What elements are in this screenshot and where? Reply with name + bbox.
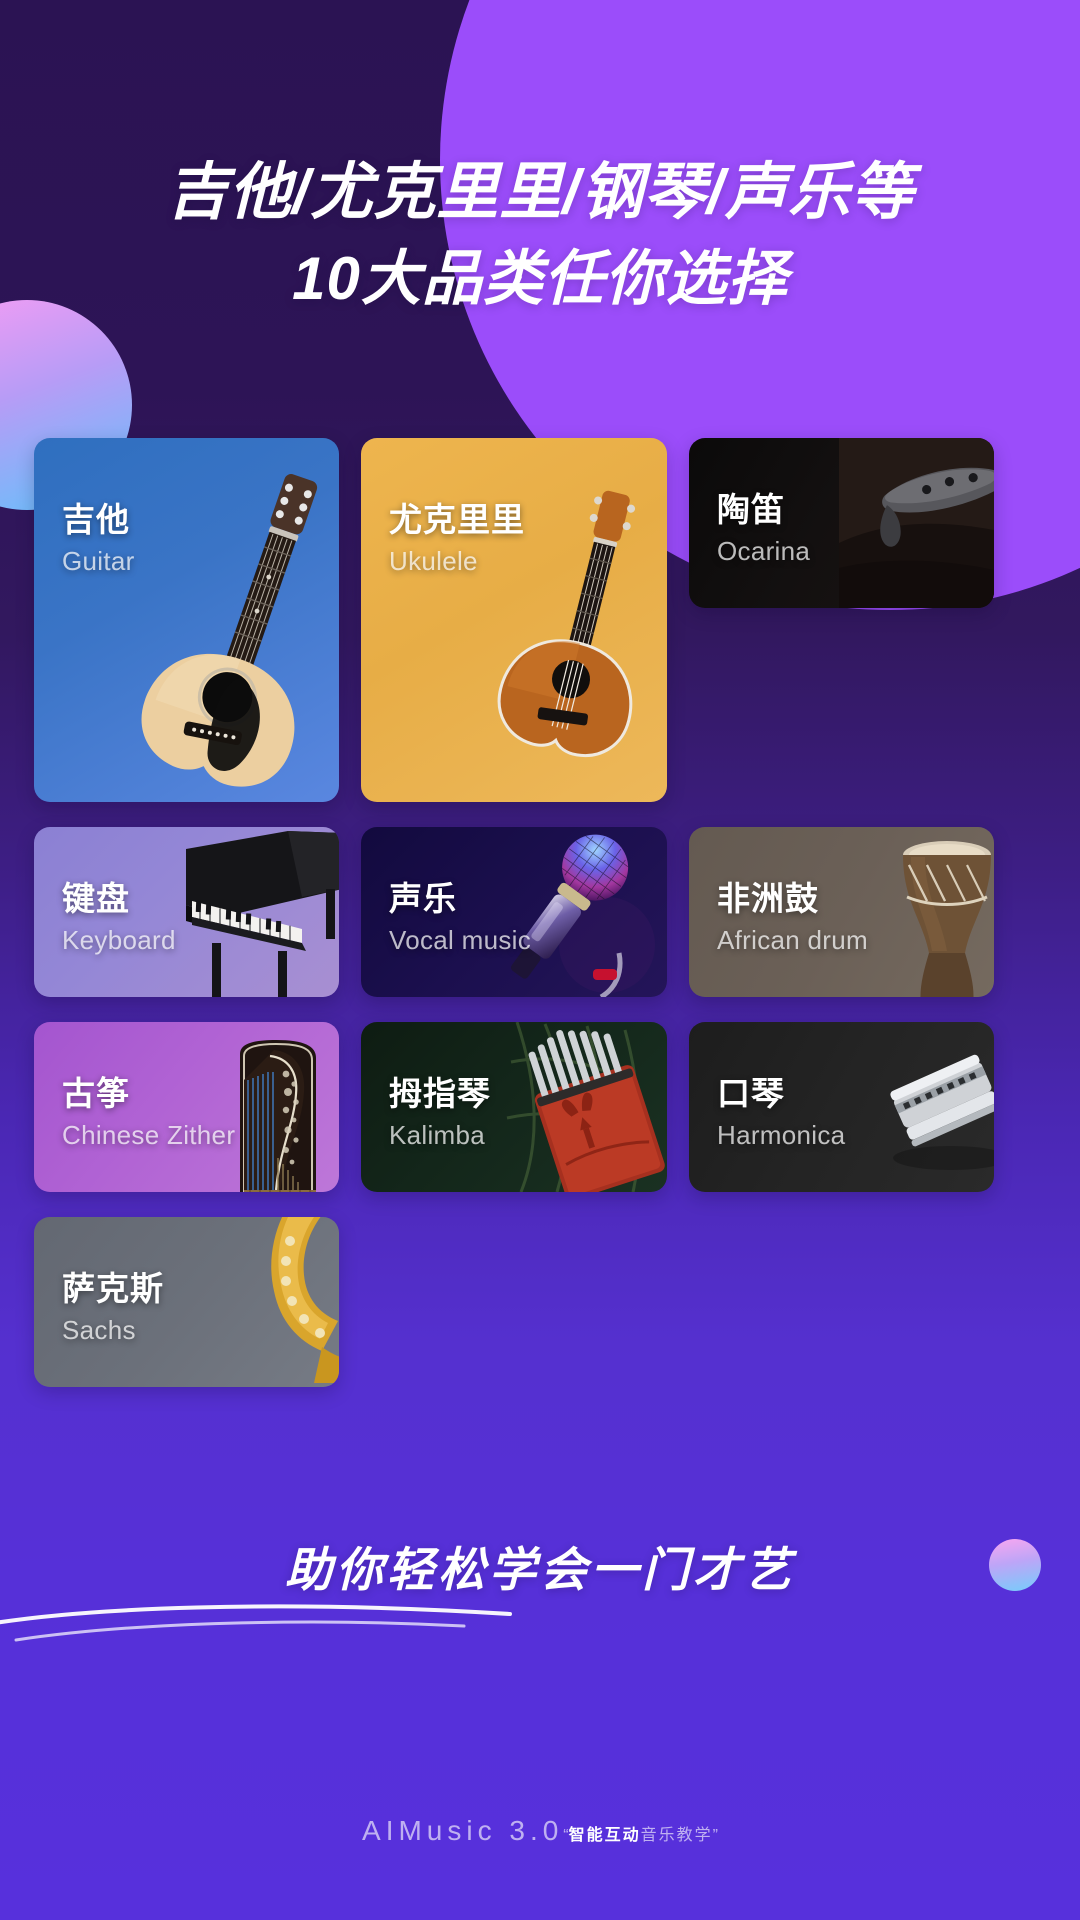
ukulele-icon (361, 438, 667, 802)
headline-line-2: 10大品类任你选择 (292, 245, 788, 312)
brand-tagline-tail: 音乐教学 (640, 1827, 713, 1844)
category-card-ocarina[interactable]: 陶笛 Ocarina (689, 438, 994, 608)
category-card-african-drum[interactable]: 非洲鼓 African drum (689, 827, 994, 997)
category-card-sachs[interactable]: 萨克斯 Sachs (34, 1217, 339, 1387)
category-card-kalimba[interactable]: 拇指琴 Kalimba (361, 1022, 667, 1192)
card-title-cn: 尤克里里 (389, 501, 525, 538)
tagline-section: 助你轻松学会一门才艺 (0, 1540, 1080, 1642)
card-label: 萨克斯 Sachs (62, 1269, 164, 1346)
card-title-cn: 古筝 (62, 1075, 130, 1112)
card-title-en: Harmonica (717, 1120, 846, 1150)
card-title-en: Ukulele (389, 546, 478, 576)
card-label: 键盘 Keyboard (62, 879, 176, 956)
page-title: 吉他/尤克里里/钢琴/声乐等 10大品类任你选择 (0, 150, 1080, 322)
category-card-ukulele[interactable]: 尤克里里 Ukulele (361, 438, 667, 802)
brand-name: AIMusic 3.0 (362, 1815, 564, 1846)
card-label: 陶笛 Ocarina (717, 490, 810, 567)
promo-poster: 吉他/尤克里里/钢琴/声乐等 10大品类任你选择 吉他 Guitar 尤克里里 … (0, 0, 1080, 1920)
card-label: 非洲鼓 African drum (717, 879, 868, 956)
card-label: 尤克里里 Ukulele (389, 500, 525, 577)
card-title-en: Ocarina (717, 536, 811, 566)
card-label: 拇指琴 Kalimba (389, 1074, 491, 1151)
card-title-en: Keyboard (62, 925, 176, 955)
card-label: 吉他 Guitar (62, 500, 135, 577)
card-title-cn: 陶笛 (717, 491, 785, 528)
underline-swoosh-decoration (0, 1592, 518, 1644)
card-title-cn: 吉他 (62, 501, 130, 538)
category-card-vocal-music[interactable]: 声乐 Vocal music (361, 827, 667, 997)
instrument-category-grid: 吉他 Guitar 尤克里里 Ukulele 陶笛 Ocarina 键盘 Key… (34, 438, 1080, 1387)
card-label: 口琴 Harmonica (717, 1074, 845, 1151)
footer-branding: AIMusic 3.0“智能互动音乐教学” (0, 1815, 1080, 1847)
card-label: 声乐 Vocal music (389, 879, 531, 956)
acoustic-guitar-icon (34, 438, 339, 802)
card-title-cn: 萨克斯 (62, 1270, 164, 1307)
card-label: 古筝 Chinese Zither (62, 1074, 235, 1151)
card-title-cn: 声乐 (389, 880, 457, 917)
category-card-harmonica[interactable]: 口琴 Harmonica (689, 1022, 994, 1192)
category-card-guitar[interactable]: 吉他 Guitar (34, 438, 339, 802)
category-card-keyboard[interactable]: 键盘 Keyboard (34, 827, 339, 997)
tagline-text: 助你轻松学会一门才艺 (285, 1543, 795, 1596)
card-title-en: Guitar (62, 546, 135, 576)
brand-tagline-accent: 智能互动 (568, 1827, 641, 1844)
card-title-en: Vocal music (389, 925, 532, 955)
headline-line-1: 吉他/尤克里里/钢琴/声乐等 (166, 158, 914, 227)
category-card-chinese-zither[interactable]: 古筝 Chinese Zither (34, 1022, 339, 1192)
quote-close: ” (712, 1827, 718, 1844)
card-title-cn: 键盘 (62, 880, 130, 917)
card-title-en: Chinese Zither (62, 1120, 236, 1150)
card-title-en: African drum (717, 925, 868, 955)
card-title-en: Sachs (62, 1315, 136, 1345)
card-title-cn: 口琴 (717, 1075, 785, 1112)
card-title-cn: 非洲鼓 (717, 880, 819, 917)
card-title-en: Kalimba (389, 1120, 486, 1150)
card-title-cn: 拇指琴 (389, 1075, 491, 1112)
